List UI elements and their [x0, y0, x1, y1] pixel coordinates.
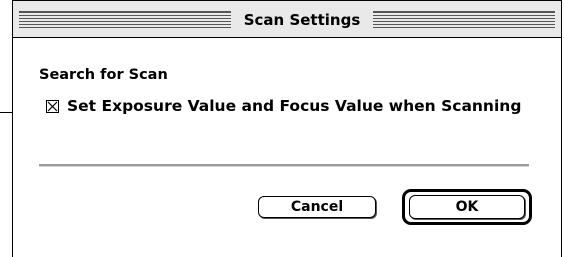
exposure-focus-checkbox[interactable] — [46, 99, 59, 113]
scan-settings-dialog: Scan Settings Search for Scan Set Exposu… — [12, 0, 562, 257]
exposure-focus-option[interactable]: Set Exposure Value and Focus Value when … — [46, 97, 521, 115]
separator-line — [39, 164, 529, 167]
title-bar-stripes-left — [19, 11, 231, 28]
section-heading: Search for Scan — [39, 67, 168, 83]
screen: Scan Settings Search for Scan Set Exposu… — [0, 0, 564, 257]
title-bar-stripes-right — [373, 11, 555, 28]
ok-button[interactable]: OK — [409, 195, 525, 219]
window-title: Scan Settings — [231, 10, 373, 30]
checkmark-x-icon — [47, 101, 58, 111]
exposure-focus-checkbox-label[interactable]: Set Exposure Value and Focus Value when … — [67, 97, 521, 115]
title-bar[interactable]: Scan Settings — [13, 1, 561, 38]
cancel-button[interactable]: Cancel — [258, 196, 376, 218]
